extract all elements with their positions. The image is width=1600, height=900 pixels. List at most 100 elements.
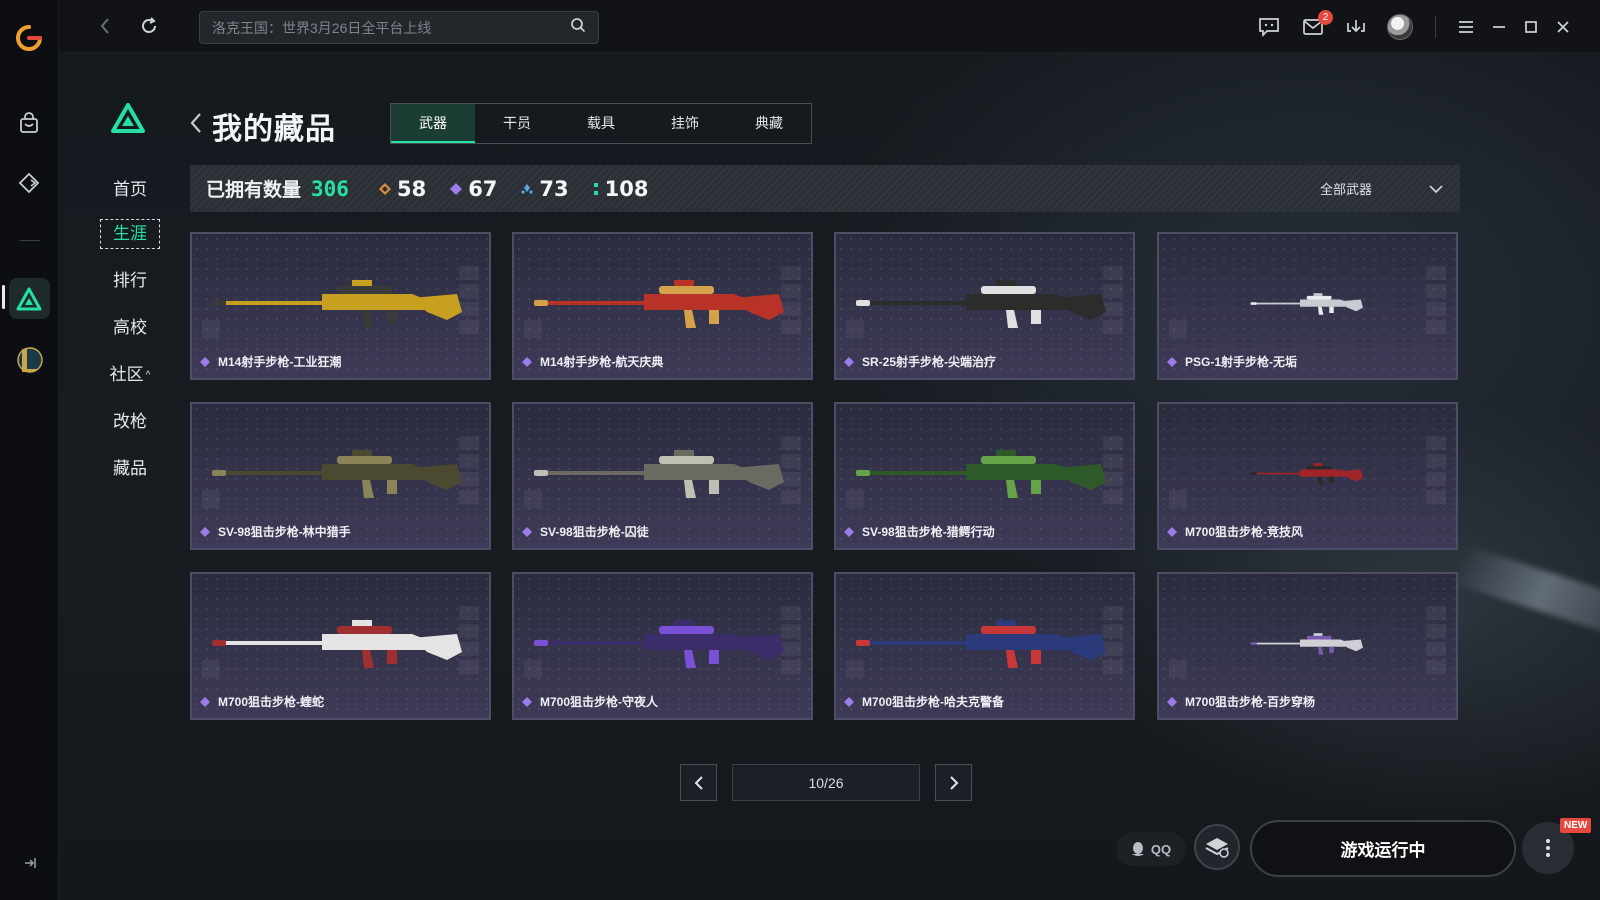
back-icon[interactable] xyxy=(93,14,117,38)
collection-item-card[interactable]: M14射手步枪-工业狂潮 xyxy=(190,232,491,380)
mail-icon[interactable]: 2 xyxy=(1301,10,1333,39)
next-page-button[interactable] xyxy=(935,764,972,801)
owned-total: 306 xyxy=(311,176,349,201)
rarity-gem-icon xyxy=(1167,526,1177,537)
rail-divider xyxy=(20,240,40,241)
topbar-separator xyxy=(1435,16,1436,38)
refresh-icon[interactable] xyxy=(137,14,161,38)
item-name-row: PSG-1射手步枪-无垢 xyxy=(1167,353,1297,370)
item-name: SV-98狙击步枪-猎鳄行动 xyxy=(862,525,995,539)
collection-item-card[interactable]: M14射手步枪-航天庆典 xyxy=(512,232,813,380)
item-name-row: M700狙击步枪-哈夫克警备 xyxy=(844,693,1004,710)
game-disc-icon[interactable] xyxy=(1194,824,1240,870)
rarity-gem-icon xyxy=(522,356,532,367)
tab-vehicles[interactable]: 载具 xyxy=(559,104,643,143)
nav-item-home[interactable]: 首页 xyxy=(100,172,160,208)
new-badge: NEW xyxy=(1560,818,1592,833)
tab-collection[interactable]: 典藏 xyxy=(727,104,811,143)
item-name: SR-25射手步枪-尖端治疗 xyxy=(862,355,997,369)
item-name-row: M700狙击步枪-守夜人 xyxy=(522,693,658,710)
rarity-gem-icon xyxy=(1167,696,1177,707)
collection-item-card[interactable]: M700狙击步枪-哈夫克警备 xyxy=(834,572,1135,720)
green-gem-icon xyxy=(593,182,598,195)
collection-item-card[interactable]: SV-98狙击步枪-囚徒 xyxy=(512,402,813,550)
rarity-count: 108 xyxy=(593,177,649,201)
chat-icon[interactable] xyxy=(1257,15,1281,39)
qq-login-button[interactable]: QQ xyxy=(1116,832,1186,866)
weapon-image xyxy=(534,620,784,668)
chevron-left-icon xyxy=(694,775,703,790)
league-of-legends-game-icon[interactable] xyxy=(14,345,44,375)
qq-label: QQ xyxy=(1150,841,1172,857)
weapon-image xyxy=(212,450,462,498)
weapon-filter-dropdown[interactable]: 全部武器 xyxy=(1320,165,1444,212)
nav-item-gunsmith[interactable]: 改枪 xyxy=(100,404,160,440)
nav-item-college[interactable]: 高校 xyxy=(100,310,160,346)
tab-charms[interactable]: 挂饰 xyxy=(643,104,727,143)
item-name: M14射手步枪-工业狂潮 xyxy=(218,355,342,369)
owned-label: 已拥有数量 xyxy=(206,180,302,201)
rarity-count-value: 73 xyxy=(539,176,569,201)
item-name-row: SV-98狙击步枪-林中猎手 xyxy=(200,523,351,540)
search-input[interactable] xyxy=(212,19,570,36)
item-name: SV-98狙击步枪-林中猎手 xyxy=(218,525,351,539)
item-name: M700狙击步枪-百步穿杨 xyxy=(1185,695,1316,709)
tab-weapons[interactable]: 武器 xyxy=(391,104,475,143)
nav-item-career[interactable]: 生涯 xyxy=(100,219,160,249)
blue-gem-icon xyxy=(521,183,534,194)
weapon-image xyxy=(856,280,1106,328)
collection-item-card[interactable]: M700狙击步枪-竞技风 xyxy=(1157,402,1458,550)
page-back-icon[interactable] xyxy=(189,110,203,136)
search-icon[interactable] xyxy=(570,17,586,38)
item-name: PSG-1射手步枪-无垢 xyxy=(1185,355,1298,369)
close-icon[interactable] xyxy=(1551,15,1575,39)
nav-item-ranking[interactable]: 排行 xyxy=(100,263,160,299)
app-logo-icon[interactable] xyxy=(15,24,43,52)
item-name-row: M14射手步枪-航天庆典 xyxy=(522,353,663,370)
user-avatar[interactable] xyxy=(1387,14,1413,40)
collection-item-card[interactable]: PSG-1射手步枪-无垢 xyxy=(1157,232,1458,380)
rarity-count: 73 xyxy=(521,176,569,201)
rarity-gem-icon xyxy=(200,696,210,707)
item-name-row: M700狙击步枪-竞技风 xyxy=(1167,523,1303,540)
owned-stats-bar: 已拥有数量 306 58 67 73 108 全部武器 xyxy=(190,165,1460,212)
collection-item-card[interactable]: SV-98狙击步枪-猎鳄行动 xyxy=(834,402,1135,550)
rarity-gem-icon xyxy=(200,526,210,537)
weapon-image xyxy=(534,280,784,328)
expand-sidebar-icon[interactable] xyxy=(20,853,40,873)
rarity-count-value: 58 xyxy=(396,176,427,201)
rail-active-indicator xyxy=(2,285,5,309)
minimize-icon[interactable] xyxy=(1487,15,1511,39)
collection-item-card[interactable]: M700狙击步枪-蝰蛇 xyxy=(190,572,491,720)
page-indicator[interactable]: 10/26 xyxy=(732,764,920,801)
delta-force-game-icon[interactable] xyxy=(14,284,44,314)
more-vertical-icon xyxy=(1546,839,1550,857)
rarity-gem-icon xyxy=(522,526,532,537)
rarity-gem-icon xyxy=(200,356,210,367)
launch-game-button[interactable]: 游戏运行中 xyxy=(1250,820,1516,877)
tab-operators[interactable]: 干员 xyxy=(475,104,559,143)
collection-item-card[interactable]: M700狙击步枪-守夜人 xyxy=(512,572,813,720)
weapon-filter-label: 全部武器 xyxy=(1319,182,1372,197)
collection-item-card[interactable]: M700狙击步枪-百步穿杨 xyxy=(1157,572,1458,720)
nav-item-community[interactable]: 社区 ^ xyxy=(100,357,160,393)
collection-item-card[interactable]: SV-98狙击步枪-林中猎手 xyxy=(190,402,491,550)
maximize-icon[interactable] xyxy=(1519,15,1543,39)
item-name-row: M700狙击步枪-百步穿杨 xyxy=(1167,693,1315,710)
rarity-count: 67 xyxy=(450,177,497,201)
download-icon[interactable] xyxy=(1344,15,1368,39)
prev-page-button[interactable] xyxy=(680,764,717,801)
item-name-row: M14射手步枪-工业狂潮 xyxy=(200,353,341,370)
store-bag-icon[interactable] xyxy=(14,108,44,138)
item-name-row: SV-98狙击步枪-囚徒 xyxy=(522,523,649,540)
chevron-down-icon xyxy=(1429,184,1443,193)
collection-item-card[interactable]: SR-25射手步枪-尖端治疗 xyxy=(834,232,1135,380)
top-bar: 2 xyxy=(59,0,1600,53)
nav-item-collection[interactable]: 藏品 xyxy=(100,451,160,487)
menu-icon[interactable] xyxy=(1454,15,1478,39)
qq-icon xyxy=(1131,842,1144,856)
nav-item-community-label: 社区 xyxy=(109,365,144,384)
game-pad-icon[interactable] xyxy=(14,168,44,198)
rarity-count: 58 xyxy=(378,176,427,201)
rarity-count-value: 108 xyxy=(604,176,649,201)
